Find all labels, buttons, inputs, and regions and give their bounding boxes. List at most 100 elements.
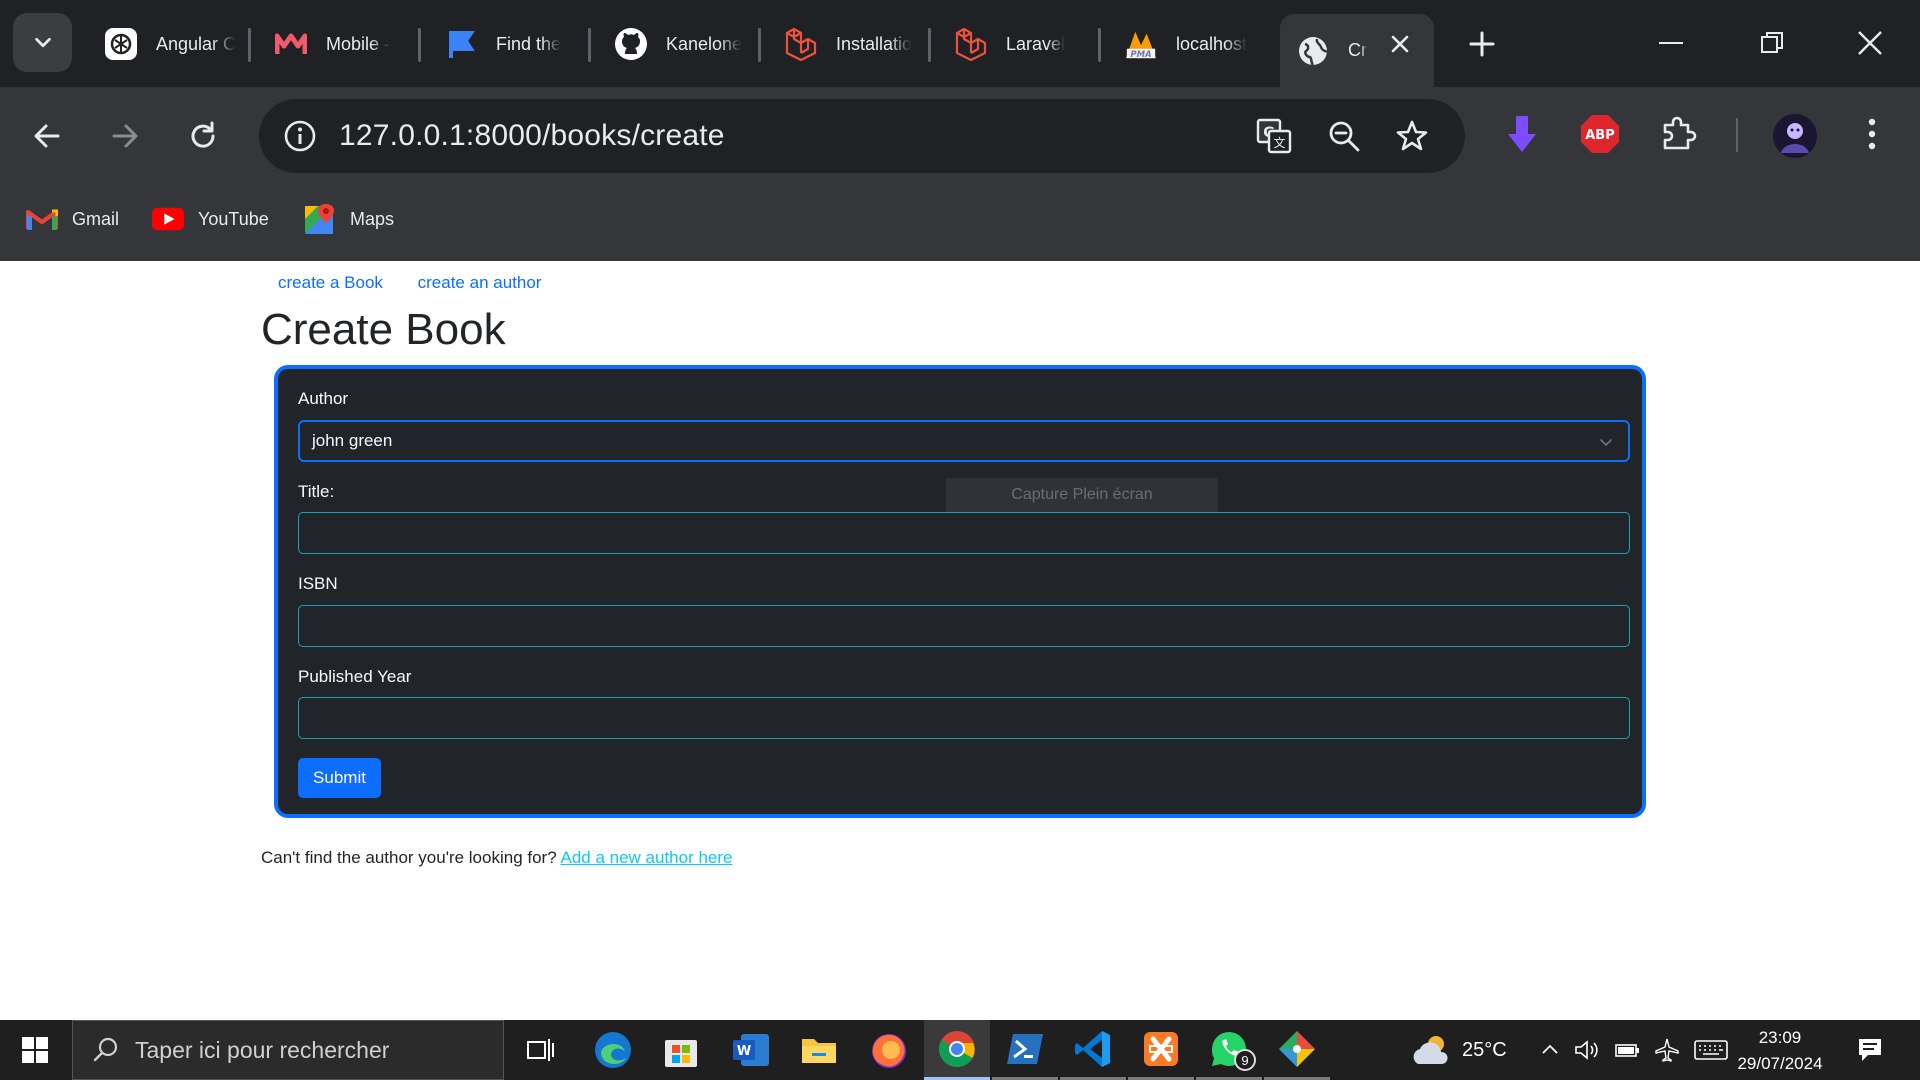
published-year-label: Published Year	[298, 667, 412, 686]
clock-date: 29/07/2024	[1737, 1054, 1823, 1073]
tab-title: Kanelone	[666, 33, 743, 54]
close-icon[interactable]	[1388, 32, 1412, 56]
bookmark-label: Maps	[350, 208, 395, 229]
taskbar-xampp[interactable]	[1128, 1020, 1194, 1080]
browser-chrome: Angular C Mobile - Find the Kanelone Ins…	[0, 0, 1920, 261]
youtube-icon	[152, 203, 184, 235]
tab-separator	[248, 28, 251, 62]
taskbar-explorer[interactable]	[786, 1020, 852, 1080]
laravel-icon	[954, 27, 988, 61]
back-button[interactable]	[22, 111, 72, 161]
task-view-icon	[527, 1039, 554, 1061]
taskbar-powershell[interactable]	[992, 1020, 1058, 1080]
git-app-icon	[1279, 1030, 1315, 1067]
profile-avatar[interactable]	[1771, 112, 1819, 160]
search-placeholder: Taper ici pour rechercher	[135, 1036, 390, 1063]
tab-installation[interactable]: Installatio	[768, 14, 928, 74]
taskbar-chrome[interactable]	[924, 1020, 990, 1080]
taskbar-whatsapp[interactable]: 9	[1196, 1020, 1262, 1080]
m-logo-icon	[274, 27, 308, 61]
taskbar-git-app[interactable]	[1264, 1020, 1330, 1080]
tab-separator	[418, 28, 421, 62]
flag-icon	[444, 27, 478, 61]
site-info-icon[interactable]	[275, 111, 325, 161]
cloudy-weather-icon	[1413, 1036, 1448, 1064]
notification-center-button[interactable]	[1856, 1020, 1884, 1080]
battery-icon[interactable]	[1614, 1040, 1640, 1060]
tab-github[interactable]: Kanelone	[598, 14, 758, 74]
top-nav: create a Book create an author	[278, 273, 571, 293]
bookmark-youtube[interactable]: YouTube	[152, 199, 269, 239]
task-view-button[interactable]	[507, 1020, 573, 1080]
url-text[interactable]: 127.0.0.1:8000/books/create	[339, 119, 725, 153]
abp-label: ABP	[1585, 128, 1615, 143]
zoom-icon[interactable]	[1321, 113, 1367, 159]
translate-icon[interactable]: G文	[1251, 113, 1297, 159]
nav-link-create-book[interactable]: create a Book	[278, 273, 383, 292]
tab-create-book[interactable]: Cr	[1280, 14, 1434, 87]
author-selected-value: john green	[312, 431, 393, 450]
tab-localhost[interactable]: PMA localhost	[1108, 14, 1268, 74]
windows-logo-icon	[22, 1037, 48, 1063]
tab-title: Laravel	[1006, 33, 1066, 54]
more-menu-icon[interactable]	[1848, 110, 1896, 158]
bookmarks-bar: Gmail YouTube Maps	[0, 195, 1920, 245]
tab-title: Find the	[496, 33, 562, 54]
nav-link-create-author[interactable]: create an author	[418, 273, 542, 292]
new-tab-button[interactable]	[1460, 22, 1504, 66]
airplane-mode-icon[interactable]	[1654, 1037, 1680, 1063]
published-year-input[interactable]	[298, 697, 1630, 739]
forward-button[interactable]	[100, 111, 150, 161]
taskbar-firefox[interactable]	[856, 1020, 922, 1080]
chevron-up-icon[interactable]	[1540, 1040, 1560, 1060]
submit-button[interactable]: Submit	[298, 758, 381, 798]
phpmyadmin-icon: PMA	[1124, 27, 1158, 61]
tab-search-button[interactable]	[13, 13, 72, 72]
bookmark-gmail[interactable]: Gmail	[26, 199, 119, 239]
system-tray	[1540, 1020, 1728, 1080]
github-icon	[614, 27, 648, 61]
close-icon	[1858, 31, 1882, 55]
windows-taskbar: Taper ici pour rechercher W 9 25°C 23:09…	[0, 1020, 1920, 1080]
browser-toolbar: 127.0.0.1:8000/books/create G文	[0, 87, 1920, 185]
tab-angular[interactable]: Angular C	[88, 14, 248, 74]
taskbar-edge[interactable]	[580, 1020, 646, 1080]
isbn-input[interactable]	[298, 605, 1630, 647]
reload-button[interactable]	[178, 111, 228, 161]
firefox-icon	[872, 1034, 906, 1068]
tab-separator	[1098, 28, 1101, 62]
maps-icon	[304, 203, 336, 235]
tab-separator	[588, 28, 591, 62]
restore-button[interactable]	[1742, 17, 1802, 69]
taskbar-vscode[interactable]	[1060, 1020, 1126, 1080]
close-window-button[interactable]	[1840, 17, 1900, 69]
puzzle-icon[interactable]	[1655, 110, 1703, 158]
tab-laravel[interactable]: Laravel	[938, 14, 1098, 74]
restore-icon	[1761, 32, 1783, 53]
plus-icon	[1469, 31, 1495, 57]
title-input[interactable]	[298, 512, 1630, 554]
tab-mobile[interactable]: Mobile -	[258, 14, 418, 74]
bookmark-star-icon[interactable]	[1389, 113, 1435, 159]
svg-text:文: 文	[1273, 135, 1285, 150]
minimize-button[interactable]	[1642, 17, 1702, 69]
start-button[interactable]	[0, 1020, 70, 1080]
abp-icon[interactable]: ABP	[1576, 110, 1624, 158]
isbn-label: ISBN	[298, 574, 338, 593]
tab-find[interactable]: Find the	[428, 14, 588, 74]
author-select[interactable]: john green	[298, 420, 1630, 462]
reload-icon	[191, 121, 215, 148]
tab-title: Angular C	[156, 33, 237, 54]
taskbar-word[interactable]: W	[718, 1020, 784, 1080]
volume-icon[interactable]	[1574, 1038, 1600, 1062]
bookmark-maps[interactable]: Maps	[304, 199, 394, 239]
add-author-link[interactable]: Add a new author here	[560, 848, 732, 867]
taskbar-search[interactable]: Taper ici pour rechercher	[72, 1020, 504, 1080]
download-ext-icon[interactable]	[1498, 110, 1546, 158]
address-bar[interactable]: 127.0.0.1:8000/books/create G文	[259, 99, 1465, 173]
weather-widget[interactable]: 25°C	[1410, 1020, 1507, 1080]
taskbar-store[interactable]	[648, 1020, 714, 1080]
chevron-down-icon	[1600, 439, 1612, 446]
system-clock[interactable]: 23:09 29/07/2024	[1720, 1025, 1840, 1077]
bookmark-label: YouTube	[198, 208, 269, 229]
